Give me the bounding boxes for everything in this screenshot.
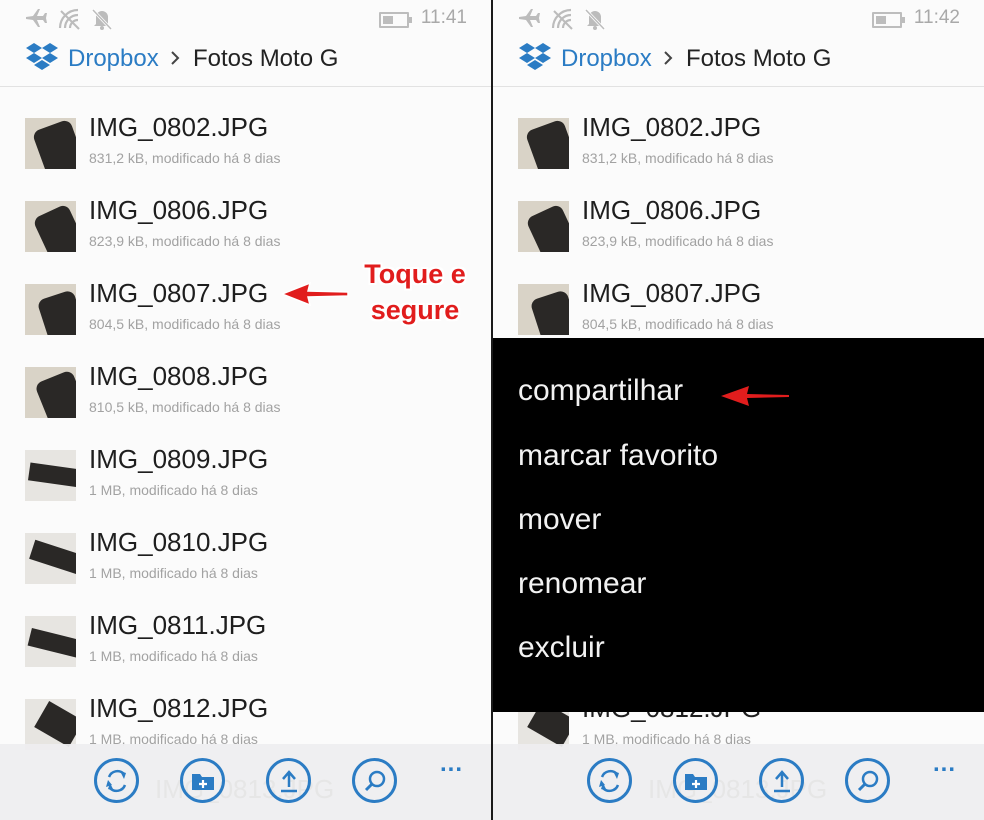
file-name: IMG_0811.JPG <box>89 610 267 640</box>
menu-item-rename[interactable]: renomear <box>518 567 646 601</box>
breadcrumb: Dropbox Fotos Moto G <box>0 36 491 87</box>
file-name: IMG_0809.JPG <box>89 444 269 474</box>
file-thumbnail <box>25 118 76 169</box>
list-item[interactable]: IMG_0808.JPG 810,5 kB, modificado há 8 d… <box>0 337 491 420</box>
file-meta: 831,2 kB, modificado há 8 dias <box>89 150 281 166</box>
search-button[interactable] <box>845 758 890 803</box>
sync-button[interactable] <box>94 758 139 803</box>
list-item[interactable]: IMG_0809.JPG 1 MB, modificado há 8 dias <box>0 420 491 503</box>
file-name: IMG_0806.JPG <box>89 195 269 225</box>
sync-button[interactable] <box>587 758 632 803</box>
sync-icon <box>598 769 619 792</box>
file-name: IMG_0802.JPG <box>582 112 762 142</box>
new-folder-button[interactable] <box>673 758 718 803</box>
menu-item-favorite[interactable]: marcar favorito <box>518 439 718 473</box>
file-meta: 823,9 kB, modificado há 8 dias <box>582 233 774 249</box>
app-bar: IMG_0813.JPG ... <box>0 744 491 820</box>
menu-item-move[interactable]: mover <box>518 503 601 537</box>
file-thumbnail <box>25 533 76 584</box>
list-item[interactable]: IMG_0812.JPG 1 MB, modificado há 8 dias <box>0 669 491 752</box>
app-bar: IMG_0813.JPG ... <box>493 744 984 820</box>
airplane-icon <box>26 9 47 27</box>
list-item[interactable]: IMG_0807.JPG 804,5 kB, modificado há 8 d… <box>493 254 984 337</box>
file-thumbnail <box>25 450 76 501</box>
status-bar: 11:42 <box>493 0 984 36</box>
annotation-line-1: Toque e <box>364 259 466 289</box>
breadcrumb: Dropbox Fotos Moto G <box>493 36 984 87</box>
sync-icon <box>105 769 126 792</box>
dropbox-logo-icon <box>26 43 58 70</box>
annotation-line-2: segure <box>370 295 460 325</box>
file-thumbnail <box>25 367 76 418</box>
context-menu: compartilhar marcar favorito mover renom… <box>493 338 984 712</box>
file-name: IMG_0810.JPG <box>89 527 269 557</box>
file-meta: 804,5 kB, modificado há 8 dias <box>582 316 774 332</box>
upload-button[interactable] <box>759 758 804 803</box>
new-folder-icon <box>684 773 707 790</box>
file-name: IMG_0807.JPG <box>89 278 269 308</box>
status-time: 11:41 <box>420 7 467 28</box>
upload-button[interactable] <box>266 758 311 803</box>
menu-item-share[interactable]: compartilhar <box>518 374 683 408</box>
file-thumbnail <box>518 201 569 252</box>
file-meta: 1 MB, modificado há 8 dias <box>89 565 258 581</box>
menu-item-delete[interactable]: excluir <box>518 631 605 665</box>
list-item[interactable]: IMG_0806.JPG 823,9 kB, modificado há 8 d… <box>0 171 491 254</box>
status-bar: 11:41 <box>0 0 491 36</box>
file-meta: 1 MB, modificado há 8 dias <box>89 482 258 498</box>
new-folder-button[interactable] <box>180 758 225 803</box>
file-meta: 810,5 kB, modificado há 8 dias <box>89 399 281 415</box>
list-item[interactable]: IMG_0810.JPG 1 MB, modificado há 8 dias <box>0 503 491 586</box>
battery-icon <box>872 12 905 28</box>
file-thumbnail <box>25 699 76 750</box>
file-name: IMG_0802.JPG <box>89 112 269 142</box>
file-meta: 1 MB, modificado há 8 dias <box>89 648 258 664</box>
file-meta: 804,5 kB, modificado há 8 dias <box>89 316 281 332</box>
file-meta: 831,2 kB, modificado há 8 dias <box>582 150 774 166</box>
file-meta: 823,9 kB, modificado há 8 dias <box>89 233 281 249</box>
bell-mute-icon <box>92 8 112 30</box>
battery-icon <box>379 12 412 28</box>
breadcrumb-root[interactable]: Dropbox <box>68 45 159 73</box>
bell-mute-icon <box>585 8 605 30</box>
list-item[interactable]: IMG_0802.JPG 831,2 kB, modificado há 8 d… <box>493 88 984 171</box>
list-item[interactable]: IMG_0802.JPG 831,2 kB, modificado há 8 d… <box>0 88 491 171</box>
annotation-arrow <box>280 281 349 307</box>
list-item[interactable]: IMG_0811.JPG 1 MB, modificado há 8 dias <box>0 586 491 669</box>
more-icon[interactable]: ... <box>440 750 463 778</box>
file-thumbnail <box>25 616 76 667</box>
wifi-icon <box>58 8 80 30</box>
file-thumbnail <box>518 284 569 335</box>
breadcrumb-current: Fotos Moto G <box>686 45 832 72</box>
annotation-arrow <box>721 386 789 406</box>
search-button[interactable] <box>352 758 397 803</box>
list-item[interactable]: IMG_0806.JPG 823,9 kB, modificado há 8 d… <box>493 171 984 254</box>
upload-icon <box>280 769 297 792</box>
file-thumbnail <box>518 118 569 169</box>
upload-icon <box>773 769 790 792</box>
airplane-icon <box>519 9 540 27</box>
file-thumbnail <box>25 201 76 252</box>
chevron-right-icon <box>171 51 180 65</box>
dropbox-logo-icon <box>519 43 551 70</box>
more-icon[interactable]: ... <box>933 750 956 778</box>
status-time: 11:42 <box>913 7 960 28</box>
file-name: IMG_0806.JPG <box>582 195 762 225</box>
wifi-icon <box>551 8 573 30</box>
file-name: IMG_0807.JPG <box>582 278 762 308</box>
new-folder-icon <box>191 773 214 790</box>
file-thumbnail <box>25 284 76 335</box>
file-name: IMG_0812.JPG <box>89 693 269 723</box>
left-screen: 11:41 Dropbox Fotos Moto G IMG_0802.JPG … <box>0 0 491 820</box>
search-icon <box>364 770 385 791</box>
chevron-right-icon <box>664 51 673 65</box>
search-icon <box>857 770 878 791</box>
annotation-label: Toque e segure <box>355 256 475 328</box>
right-screen: 11:42 Dropbox Fotos Moto G IMG_0802.JPG … <box>493 0 984 820</box>
file-name: IMG_0808.JPG <box>89 361 269 391</box>
breadcrumb-current: Fotos Moto G <box>193 45 339 72</box>
breadcrumb-root[interactable]: Dropbox <box>561 45 652 73</box>
